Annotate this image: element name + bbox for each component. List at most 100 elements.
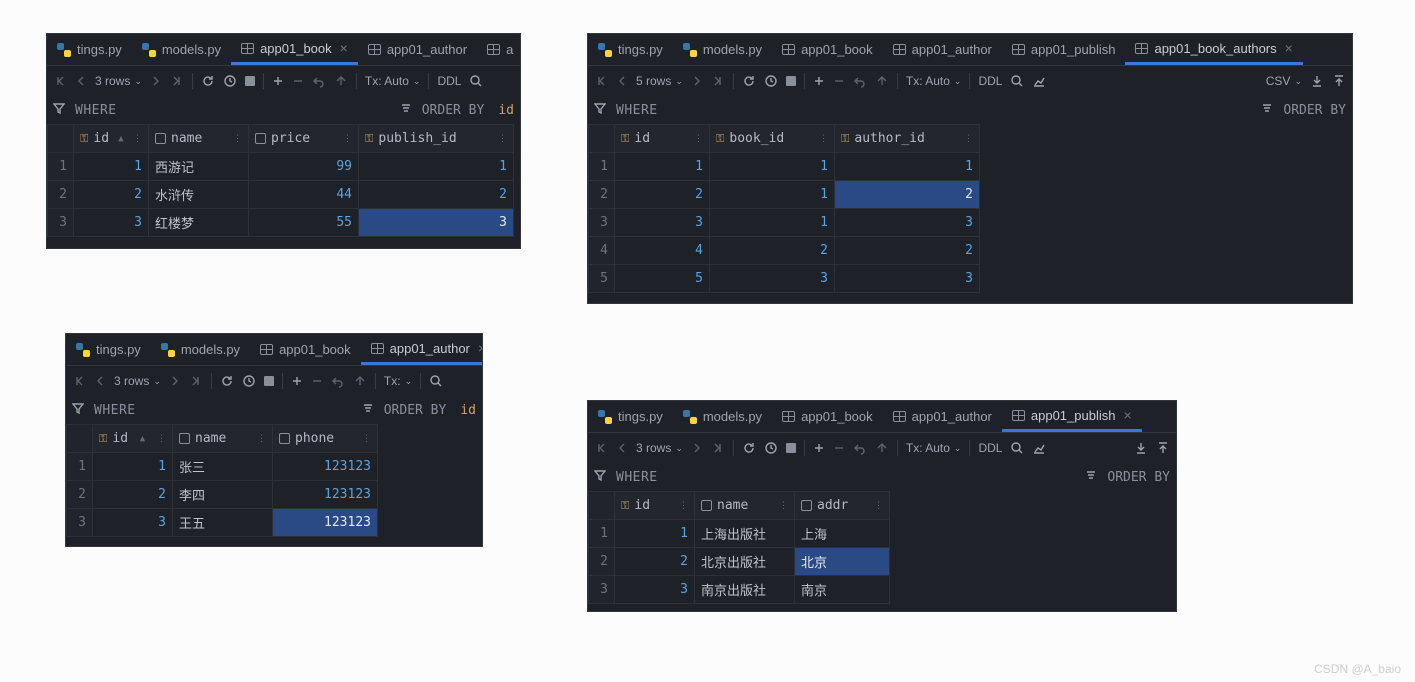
column-header-book_id[interactable]: ⚿book_id⋮ [710,125,835,153]
column-menu-icon[interactable]: ⋮ [694,134,703,144]
download-button[interactable] [1134,441,1148,455]
tx-mode-dropdown[interactable]: Tx: Auto ⌄ [365,74,421,88]
order-by-label[interactable]: ORDER BY [384,403,447,418]
auto-refresh-button[interactable] [223,74,237,88]
table-row[interactable]: 11上海出版社上海 [589,520,890,548]
tab-app01_book[interactable]: app01_book [772,34,883,65]
tab-tings.py[interactable]: tings.py [588,401,673,432]
cell[interactable]: 2 [615,181,710,209]
cell[interactable]: 1 [615,153,710,181]
upload-button[interactable] [1332,74,1346,88]
find-button[interactable] [1010,74,1024,88]
remove-row-button[interactable] [292,75,304,87]
nav-next-button[interactable] [150,74,162,88]
auto-refresh-button[interactable] [764,441,778,455]
refresh-button[interactable] [742,441,756,455]
tab-tings.py[interactable]: tings.py [66,334,151,365]
tab-models.py[interactable]: models.py [673,401,772,432]
cell[interactable]: 2 [710,237,835,265]
add-row-button[interactable] [291,375,303,387]
cell[interactable]: 3 [74,209,149,237]
commit-button[interactable] [334,74,348,88]
order-by-label[interactable]: ORDER BY [422,103,485,118]
cell[interactable]: 99 [249,153,359,181]
column-header-name[interactable]: name⋮ [695,492,795,520]
table-row[interactable]: 2212 [589,181,980,209]
cell[interactable]: 1 [710,209,835,237]
nav-prev-button[interactable] [94,374,106,388]
column-menu-icon[interactable]: ⋮ [157,434,166,444]
sort-icon[interactable] [1261,102,1273,118]
tab-models.py[interactable]: models.py [151,334,250,365]
row-count-dropdown[interactable]: 5 rows ⌄ [636,74,683,88]
close-icon[interactable]: × [340,40,348,56]
find-button[interactable] [469,74,483,88]
tab-app01_book_authors[interactable]: app01_book_authors× [1125,34,1302,65]
nav-first-button[interactable] [53,74,67,88]
nav-next-button[interactable] [691,74,703,88]
remove-row-button[interactable] [833,75,845,87]
row-count-dropdown[interactable]: 3 rows ⌄ [95,74,142,88]
tab-models.py[interactable]: models.py [673,34,772,65]
filter-icon[interactable] [594,102,606,118]
table-row[interactable]: 1111 [589,153,980,181]
stop-button[interactable] [264,376,274,386]
cell[interactable]: 2 [359,181,514,209]
cell[interactable]: 1 [710,153,835,181]
tab-app01_author[interactable]: app01_author× [361,334,483,365]
tab-a[interactable]: a [477,34,521,65]
tx-mode-dropdown[interactable]: Tx: ⌄ [384,374,412,388]
cell[interactable]: 123123 [273,453,378,481]
table-row[interactable]: 22李四123123 [67,481,378,509]
cell[interactable]: 1 [835,153,980,181]
cell[interactable]: 水浒传 [149,181,249,209]
column-header-author_id[interactable]: ⚿author_id⋮ [835,125,980,153]
table-row[interactable]: 22北京出版社北京 [589,548,890,576]
add-row-button[interactable] [813,442,825,454]
cell[interactable]: 3 [710,265,835,293]
column-menu-icon[interactable]: ⋮ [498,134,507,144]
cell[interactable]: 5 [615,265,710,293]
nav-last-button[interactable] [711,441,725,455]
cell[interactable]: 3 [359,209,514,237]
column-menu-icon[interactable]: ⋮ [679,501,688,511]
cell[interactable]: 2 [74,181,149,209]
nav-last-button[interactable] [711,74,725,88]
column-header-phone[interactable]: phone⋮ [273,425,378,453]
cell[interactable]: 3 [835,209,980,237]
tab-app01_publish[interactable]: app01_publish [1002,34,1126,65]
cell[interactable]: 1 [74,153,149,181]
auto-refresh-button[interactable] [764,74,778,88]
column-header-id[interactable]: ⚿id▲⋮ [93,425,173,453]
stop-button[interactable] [786,443,796,453]
tx-mode-dropdown[interactable]: Tx: Auto ⌄ [906,441,962,455]
column-header-id[interactable]: ⚿id▲⋮ [74,125,149,153]
commit-button[interactable] [875,74,889,88]
column-menu-icon[interactable]: ⋮ [779,501,788,511]
table-row[interactable]: 3313 [589,209,980,237]
tab-app01_author[interactable]: app01_author [883,34,1002,65]
find-button[interactable] [1010,441,1024,455]
column-menu-icon[interactable]: ⋮ [819,134,828,144]
nav-last-button[interactable] [170,74,184,88]
nav-next-button[interactable] [691,441,703,455]
commit-button[interactable] [875,441,889,455]
revert-button[interactable] [331,374,345,388]
where-label[interactable]: WHERE [75,103,117,118]
sort-icon[interactable] [362,402,374,418]
auto-refresh-button[interactable] [242,374,256,388]
commit-button[interactable] [353,374,367,388]
revert-button[interactable] [853,74,867,88]
column-menu-icon[interactable]: ⋮ [964,134,973,144]
sort-icon[interactable] [400,102,412,118]
column-menu-icon[interactable]: ⋮ [257,434,266,444]
row-count-dropdown[interactable]: 3 rows ⌄ [114,374,161,388]
tab-models.py[interactable]: models.py [132,34,231,65]
tab-app01_author[interactable]: app01_author [358,34,477,65]
column-header-name[interactable]: name⋮ [173,425,273,453]
table-row[interactable]: 33红楼梦553 [48,209,514,237]
ddl-button[interactable]: DDL [978,441,1002,455]
cell[interactable]: 2 [93,481,173,509]
column-menu-icon[interactable]: ⋮ [874,501,883,511]
cell[interactable]: 上海 [795,520,890,548]
